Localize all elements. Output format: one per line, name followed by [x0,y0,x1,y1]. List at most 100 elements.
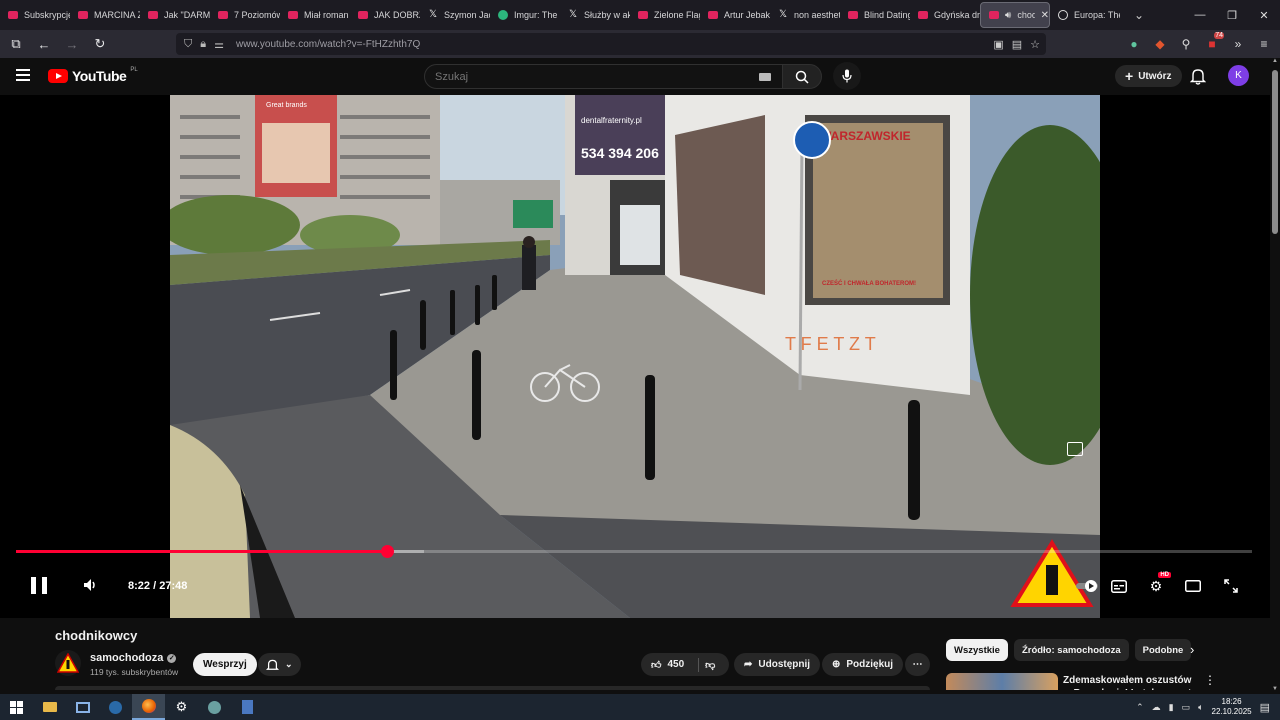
chip-related[interactable]: Podobne [1134,639,1192,661]
description-box[interactable] [55,686,930,690]
progress-bar[interactable] [16,545,1252,558]
guide-menu-icon[interactable] [16,69,30,81]
speaker-icon[interactable]: 🔈︎ [1198,702,1203,713]
forward-icon[interactable]: → [60,32,84,56]
browser-tab[interactable]: Europa: The [1050,0,1120,30]
notifications-icon[interactable]: ▤ [1260,701,1270,714]
youtube-logo[interactable]: YouTube PL [48,67,138,84]
tab-close-icon[interactable]: ✕ [1041,10,1049,21]
voice-search-button[interactable] [833,62,861,90]
url-bar[interactable]: ⛉ 🔒︎ ⚌ www.youtube.com/watch?v=-FtHZzhth… [176,33,1046,55]
tab-list-chevron-icon[interactable]: ⌄ [1134,8,1144,22]
browser-tab[interactable]: Miał roman [280,0,350,30]
theater-mode-button[interactable] [1182,576,1204,596]
share-button[interactable]: ➦ Udostępnij [734,653,821,676]
extension-badge-icon[interactable]: ■ 74 [1202,32,1224,56]
notification-subscription-button[interactable]: ⌄ [258,653,301,676]
calculator-icon[interactable] [231,694,264,720]
search-button[interactable] [782,64,822,89]
browser-tab[interactable]: Blind Dating [840,0,910,30]
more-actions-button[interactable]: ⋯ [905,653,930,676]
windows-start-icon[interactable] [0,694,33,720]
bookmark-star-icon[interactable]: ☆ [1030,38,1040,51]
recommendation-title[interactable]: Zdemaskowałem oszustów w Barcelonie! Łat… [1063,674,1193,690]
overflow-chevron-icon[interactable]: » [1228,32,1248,56]
network-icon[interactable]: ▭ [1182,702,1191,713]
annotation-overlay-icon[interactable] [1067,442,1083,456]
more-vertical-icon[interactable]: ⋮ [1204,673,1216,687]
settings-gear-icon[interactable]: ⚙ [165,694,198,720]
recommendation-thumbnail[interactable] [946,673,1058,690]
browser-tab[interactable]: Imgur: The [490,0,560,30]
autoplay-toggle[interactable] [1076,576,1098,596]
browser-tab[interactable]: Gdyńska dr [910,0,980,30]
scroll-up-icon[interactable]: ▲ [1272,58,1278,64]
search-input[interactable] [435,70,735,83]
create-button[interactable]: + Utwórz [1115,65,1182,87]
onedrive-icon[interactable]: ☁ [1152,702,1161,713]
back-icon[interactable]: ← [32,32,56,56]
url-text[interactable]: www.youtube.com/watch?v=-FtHZzhth7Q [236,39,420,50]
settings-button[interactable]: ⚙ HD [1145,572,1171,596]
scroll-down-icon[interactable]: ▼ [1272,686,1278,692]
channel-name[interactable]: samochodoza ✓ [90,652,177,664]
browser-tab[interactable]: JAK DOBRZ [350,0,420,30]
like-button[interactable]: 👍︎ 450 👎︎ [641,653,729,676]
thumbs-down-icon[interactable]: 👎︎ [705,659,715,671]
extensions-icon[interactable]: ⚲ [1176,32,1196,56]
restore-icon[interactable]: ❐ [1216,0,1248,30]
browser-tab[interactable]: 𝕏non aesthet [770,0,840,30]
page-scrollbar[interactable]: ▲ ▼ [1270,58,1280,698]
thanks-button[interactable]: ⊕ Podziękuj [822,653,904,676]
chip-from-source[interactable]: Źródło: samochodoza [1013,639,1129,661]
browser-tab[interactable]: Zielone Flag [630,0,700,30]
vpn-icon[interactable]: ● [1124,32,1144,56]
browser-tab[interactable]: 7 Poziomów [210,0,280,30]
reload-icon[interactable]: ↻ [88,32,112,56]
scrollbar-thumb[interactable] [1272,70,1278,234]
picture-in-picture-icon[interactable]: ▣ [993,38,1003,51]
usb-icon[interactable]: ▮ [1169,702,1174,713]
tab-audio-icon[interactable]: 🔊︎ [1005,10,1011,21]
sidebar-toggle-icon[interactable]: ⧉ [4,32,28,56]
reader-view-icon[interactable]: ▤ [1012,38,1022,51]
pause-icon[interactable] [31,577,47,594]
video-player[interactable]: Great brands dentalfraternity.pl 534 394… [0,95,1280,618]
menu-icon[interactable]: ≡ [1254,32,1274,56]
shield-icon[interactable]: ⛉ [184,38,192,51]
browser-tab[interactable]: 🔊︎ chodn ✕ [980,2,1050,28]
notifications-button[interactable] [1189,67,1207,90]
video-frame[interactable]: Great brands dentalfraternity.pl 534 394… [170,95,1100,618]
file-explorer-icon[interactable] [33,694,66,720]
minimize-icon[interactable]: — [1184,0,1216,30]
volume-button[interactable] [82,577,98,598]
permissions-icon[interactable]: ⚌ [214,38,224,51]
subtitles-button[interactable] [1108,576,1130,596]
media-app-icon[interactable] [198,694,231,720]
firefox-icon[interactable] [132,694,165,720]
close-window-icon[interactable]: ✕ [1248,0,1280,30]
channel-avatar[interactable] [55,650,81,676]
lock-icon[interactable]: 🔒︎ [200,38,206,51]
keyboard-icon[interactable] [759,73,771,81]
thumbs-up-icon: 👍︎ [651,659,662,671]
browser-tab[interactable]: Subskrypcje [0,0,70,30]
browser-tab[interactable]: Artur Jebak [700,0,770,30]
browser-tab[interactable]: MARCINA Z [70,0,140,30]
tray-chevron-icon[interactable]: ⌃ [1136,702,1144,713]
channel-name-text[interactable]: samochodoza [90,652,163,664]
scrubber-handle[interactable] [380,545,394,558]
search-box[interactable] [424,64,784,89]
fullscreen-button[interactable] [1220,576,1242,596]
browser-tab[interactable]: 𝕏 Szymon Jac [420,0,490,30]
steam-icon[interactable] [99,694,132,720]
chip-all[interactable]: Wszystkie [946,639,1008,661]
chevron-right-icon[interactable]: › [1190,642,1194,657]
monitor-app-icon[interactable] [66,694,99,720]
extension-fox-icon[interactable]: ◆ [1150,32,1170,56]
browser-tab[interactable]: 𝕏 Służby w ak [560,0,630,30]
account-avatar[interactable]: K [1228,65,1249,86]
clock[interactable]: 18:26 22.10.2025 [1212,697,1252,717]
browser-tab[interactable]: Jak "DARMO [140,0,210,30]
support-button[interactable]: Wesprzyj [193,653,257,676]
